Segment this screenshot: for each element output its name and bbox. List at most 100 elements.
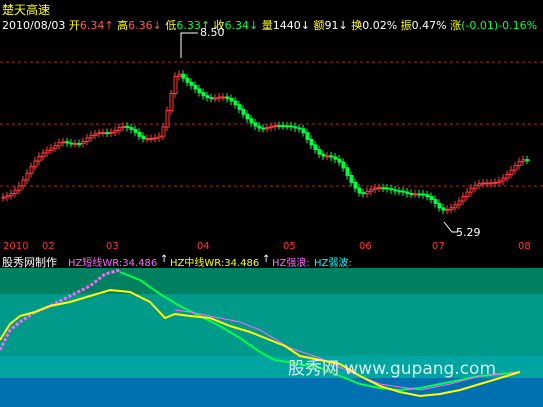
candle: [225, 96, 230, 100]
candle: [517, 161, 522, 167]
candle: [169, 92, 174, 112]
candle: [329, 155, 334, 158]
candle: [469, 187, 474, 193]
candle: [257, 125, 262, 129]
candle: [77, 142, 82, 145]
candle: [145, 137, 150, 140]
candle: [505, 173, 510, 179]
candle: [509, 169, 514, 175]
candle: [457, 200, 462, 206]
candle: [321, 153, 326, 157]
amplitude-label: 振: [400, 19, 412, 32]
x-label: 08: [518, 241, 531, 252]
candle: [465, 191, 470, 198]
candle: [309, 138, 314, 146]
candle: [341, 161, 346, 169]
candle: [401, 190, 406, 193]
candle: [313, 144, 318, 151]
candle: [301, 128, 306, 134]
candle: [117, 127, 122, 131]
candle: [33, 160, 38, 168]
candle: [1, 196, 6, 199]
candle: [49, 147, 54, 151]
watermark-text: 股秀网 www.gupang.com: [288, 359, 497, 379]
x-label: 2010: [3, 241, 29, 252]
candle: [289, 125, 294, 128]
candle: [345, 167, 350, 176]
candle: [201, 92, 206, 97]
open-label: 开: [68, 19, 80, 32]
candle: [153, 137, 158, 140]
volume-value: 1440: [272, 19, 301, 32]
candle: [45, 149, 50, 154]
candle: [445, 208, 450, 211]
x-label: 07: [432, 241, 445, 252]
candle: [245, 113, 250, 120]
candle: [141, 135, 146, 139]
quote-line: 2010/08/03 开6.34↑ 高6.36↓ 低6.33↑ 收6.34↓ 量…: [2, 19, 538, 32]
candle: [297, 127, 302, 130]
quote-bar: 楚天高速 2010/08/03 开6.34↑ 高6.36↓ 低6.33↑ 收6.…: [0, 0, 543, 36]
candle: [209, 97, 214, 100]
candle: [353, 181, 358, 189]
candle: [425, 194, 430, 198]
candle: [261, 127, 266, 130]
candle: [21, 179, 26, 187]
candle: [421, 193, 426, 196]
candle: [217, 96, 222, 99]
low-value: 6.33: [176, 19, 201, 32]
candle: [525, 159, 530, 162]
short-line-value: HZ短线WR:34.486: [68, 258, 158, 269]
candle: [37, 155, 42, 162]
candle: [105, 132, 110, 135]
candle: [249, 118, 254, 124]
candle: [377, 187, 382, 190]
candle: [221, 96, 226, 99]
candle: [13, 189, 18, 195]
kline-chart[interactable]: [0, 0, 543, 240]
candle: [125, 125, 130, 129]
candle: [405, 191, 410, 194]
candle: [481, 182, 486, 185]
candle: [337, 158, 342, 163]
candle: [97, 132, 102, 135]
candle: [121, 125, 126, 129]
candle: [57, 142, 62, 147]
candle: [65, 141, 70, 144]
candle: [357, 187, 362, 194]
x-label: 04: [197, 241, 210, 252]
candle: [73, 142, 78, 145]
candle: [385, 187, 390, 190]
x-label: 05: [283, 241, 296, 252]
candle: [173, 75, 178, 94]
candle: [269, 125, 274, 129]
candle: [241, 108, 246, 115]
candle: [193, 84, 198, 90]
candle: [437, 202, 442, 209]
candle: [233, 100, 238, 106]
quote-date: 2010/08/03: [2, 19, 66, 32]
candle: [413, 193, 418, 196]
candle: [89, 134, 94, 139]
x-label: 06: [359, 241, 372, 252]
candle: [17, 185, 22, 191]
volume-label: 量: [261, 19, 273, 32]
low-annotation: 5.29: [456, 226, 481, 239]
candle: [149, 137, 154, 140]
candle: [497, 180, 502, 183]
candle: [161, 126, 166, 137]
candle: [305, 132, 310, 140]
candle: [433, 198, 438, 204]
candle: [521, 159, 526, 163]
candle: [453, 204, 458, 209]
candle: [513, 165, 518, 171]
candle: [229, 98, 234, 102]
high-annotation: 8.50: [200, 26, 225, 39]
candle: [85, 137, 90, 143]
candle: [409, 192, 414, 195]
indicator-panel[interactable]: [0, 268, 543, 407]
candle: [493, 181, 498, 184]
candle: [29, 166, 34, 174]
candle: [389, 188, 394, 191]
candle: [181, 73, 186, 79]
